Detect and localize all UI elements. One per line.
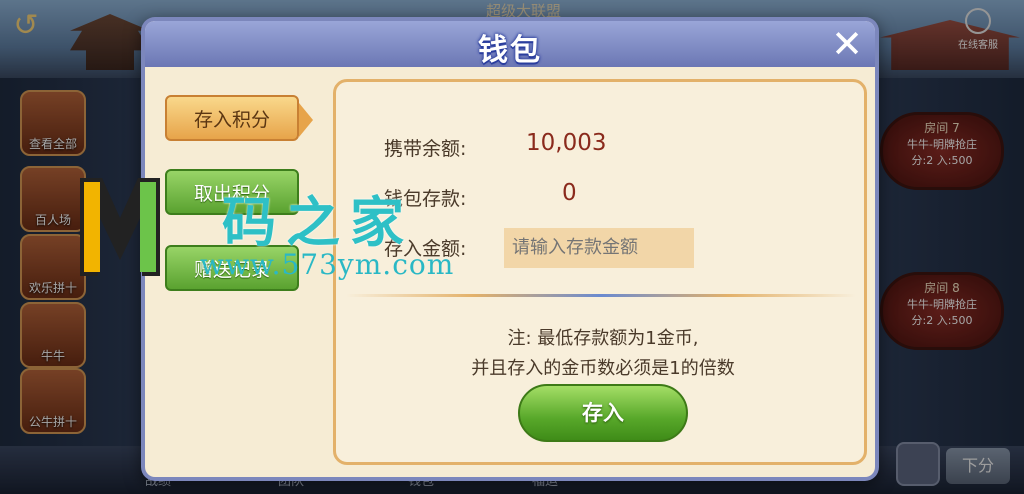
close-icon[interactable]: ✕ <box>829 25 865 63</box>
deposit-confirm-button[interactable]: 存入 <box>518 384 688 442</box>
balance-label: 携带余额: <box>384 138 467 160</box>
watermark-logo <box>80 178 160 276</box>
modal-title: 钱包 <box>478 33 542 68</box>
wallet-deposit-value: 0 <box>562 180 577 206</box>
tab-deposit[interactable]: 存入积分 <box>165 95 313 141</box>
modal-header: 钱包 ✕ <box>145 21 875 68</box>
note-line-1: 注: 最低存款额为1金币, <box>507 328 699 349</box>
watermark-url: www.573ym.com <box>200 248 455 281</box>
divider <box>346 294 856 297</box>
watermark-text: 码之家 <box>222 190 414 254</box>
note-line-2: 并且存入的金币数必须是1的倍数 <box>471 358 735 379</box>
balance-value: 10,003 <box>526 130 607 156</box>
deposit-amount-input[interactable] <box>504 228 694 268</box>
